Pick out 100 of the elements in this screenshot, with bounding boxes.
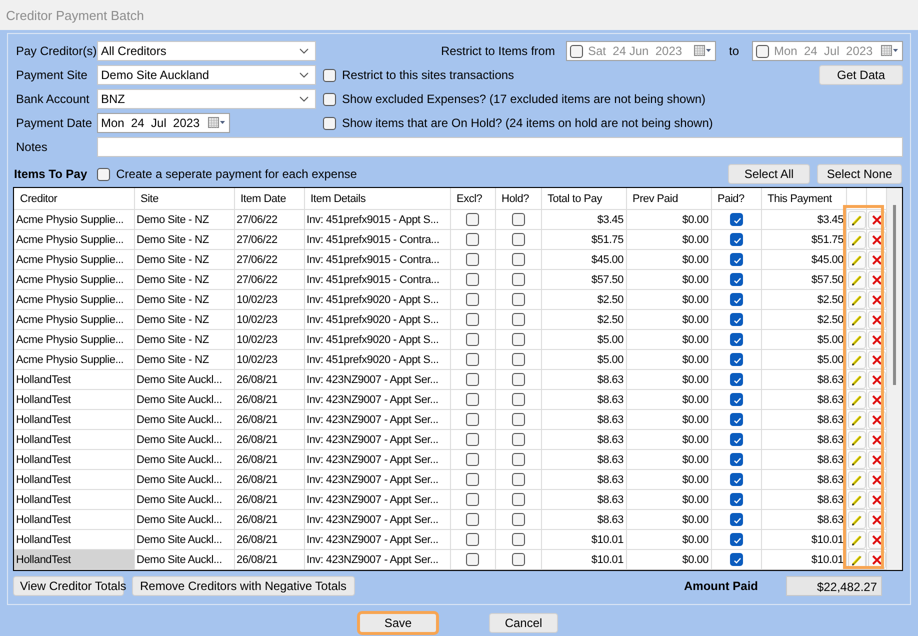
checkbox[interactable] — [730, 213, 742, 226]
select-all-button[interactable]: Select All — [728, 164, 810, 184]
checkbox[interactable] — [730, 353, 742, 366]
checkbox[interactable] — [466, 313, 479, 326]
checkbox[interactable] — [512, 513, 524, 526]
checkbox[interactable] — [730, 413, 742, 426]
edit-button[interactable] — [848, 450, 865, 468]
checkbox[interactable] — [512, 553, 524, 566]
edit-button[interactable] — [848, 230, 865, 248]
checkbox[interactable] — [512, 353, 524, 366]
checkbox[interactable] — [323, 92, 336, 106]
edit-button[interactable] — [848, 430, 865, 448]
checkbox[interactable] — [323, 68, 336, 82]
dropdown[interactable]: All Creditors — [97, 41, 316, 61]
checkbox[interactable] — [570, 44, 583, 58]
checkbox[interactable] — [466, 213, 479, 226]
table-cell: Demo Site Auckl... — [134, 510, 234, 530]
checkbox[interactable] — [730, 533, 742, 546]
scrollbar[interactable] — [886, 188, 902, 570]
checkbox[interactable] — [466, 393, 479, 406]
checkbox[interactable] — [466, 453, 479, 466]
checkbox[interactable] — [466, 473, 479, 486]
table-cell: HollandTest — [14, 490, 134, 510]
checkbox[interactable] — [512, 333, 524, 346]
checkbox[interactable] — [512, 373, 524, 386]
checkbox[interactable] — [466, 553, 479, 566]
edit-button[interactable] — [848, 390, 865, 408]
table-cell: 26/08/21 — [234, 390, 304, 410]
checkbox[interactable] — [512, 273, 524, 286]
checkbox[interactable] — [512, 533, 524, 546]
select-none-button[interactable]: Select None — [817, 164, 902, 184]
checkbox[interactable] — [512, 453, 524, 466]
edit-button[interactable] — [848, 270, 865, 288]
field-label: to — [728, 44, 739, 58]
checkbox[interactable] — [466, 253, 479, 266]
scrollbar-thumb[interactable] — [892, 205, 896, 385]
checkbox[interactable] — [730, 293, 742, 306]
close-icon — [870, 354, 882, 366]
edit-button[interactable] — [848, 350, 865, 368]
checkbox[interactable] — [466, 373, 479, 386]
checkbox[interactable] — [512, 313, 524, 326]
checkbox[interactable] — [466, 353, 479, 366]
checkbox[interactable] — [730, 273, 742, 286]
checkbox[interactable] — [730, 253, 742, 266]
get-data-button[interactable]: Get Data — [819, 65, 903, 85]
view-totals-button[interactable]: View Creditor Totals — [13, 576, 124, 596]
dropdown[interactable]: BNZ — [97, 89, 316, 109]
checkbox[interactable] — [730, 313, 742, 326]
checkbox[interactable] — [512, 413, 524, 426]
edit-button[interactable] — [848, 370, 865, 388]
edit-button[interactable] — [848, 530, 865, 548]
checkbox[interactable] — [466, 493, 479, 506]
checkbox[interactable] — [730, 453, 742, 466]
save-button[interactable]: Save — [359, 613, 437, 633]
checkbox[interactable] — [730, 233, 742, 246]
edit-button[interactable] — [848, 250, 865, 268]
edit-button[interactable] — [848, 410, 865, 428]
edit-button[interactable] — [848, 310, 865, 328]
checkbox[interactable] — [512, 293, 524, 306]
dropdown[interactable]: Demo Site Auckland — [97, 65, 316, 85]
edit-button[interactable] — [848, 290, 865, 308]
checkbox[interactable] — [466, 293, 479, 306]
cancel-button[interactable]: Cancel — [489, 613, 558, 633]
checkbox[interactable] — [730, 393, 742, 406]
checkbox[interactable] — [730, 473, 742, 486]
edit-button[interactable] — [848, 510, 865, 528]
table-cell: Demo Site - NZ — [134, 210, 234, 230]
table-cell: $8.63 — [761, 470, 846, 490]
table-cell: Demo Site Auckl... — [134, 370, 234, 390]
edit-button[interactable] — [848, 490, 865, 508]
checkbox[interactable] — [466, 233, 479, 246]
checkbox[interactable] — [512, 493, 524, 506]
checkbox[interactable] — [466, 333, 479, 346]
checkbox[interactable] — [466, 413, 479, 426]
checkbox[interactable] — [512, 393, 524, 406]
checkbox[interactable] — [466, 433, 479, 446]
checkbox[interactable] — [512, 213, 524, 226]
date-picker[interactable]: Mon 24 Jul 2023 — [97, 113, 230, 133]
edit-button[interactable] — [848, 210, 865, 228]
checkbox[interactable] — [466, 533, 479, 546]
checkbox[interactable] — [730, 433, 742, 446]
checkbox[interactable] — [323, 116, 336, 130]
checkbox[interactable] — [466, 513, 479, 526]
checkbox[interactable] — [730, 493, 742, 506]
remove-negative-button[interactable]: Remove Creditors with Negative Totals — [132, 576, 355, 596]
checkbox[interactable] — [730, 373, 742, 386]
checkbox[interactable] — [512, 253, 524, 266]
table-cell: HollandTest — [14, 430, 134, 450]
edit-button[interactable] — [848, 330, 865, 348]
checkbox[interactable] — [756, 44, 769, 58]
checkbox[interactable] — [730, 333, 742, 346]
edit-button[interactable] — [848, 470, 865, 488]
checkbox[interactable] — [466, 273, 479, 286]
checkbox[interactable] — [730, 513, 742, 526]
notes-field[interactable] — [97, 137, 903, 157]
checkbox[interactable] — [97, 168, 110, 180]
checkbox[interactable] — [512, 233, 524, 246]
checkbox[interactable] — [512, 433, 524, 446]
checkbox[interactable] — [730, 553, 742, 566]
checkbox[interactable] — [512, 473, 524, 486]
